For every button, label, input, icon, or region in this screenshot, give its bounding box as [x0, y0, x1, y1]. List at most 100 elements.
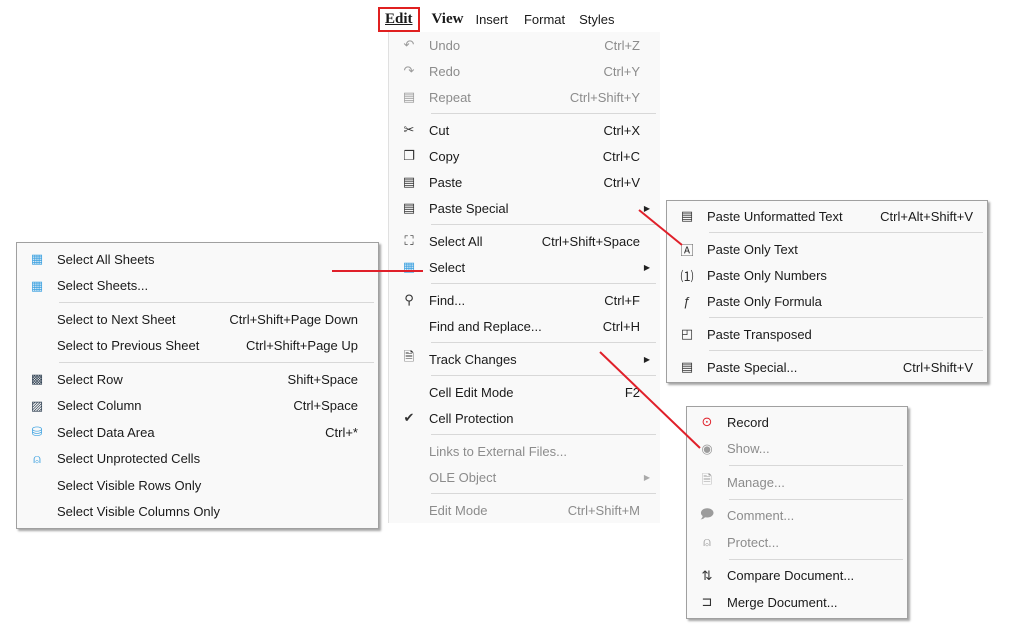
menu-item-label: Protect...	[727, 534, 780, 550]
menu-item-select-all[interactable]: ⛶ Select All Ctrl+Shift+Space	[389, 228, 660, 254]
menu-item-paste-only-formula[interactable]: ƒ Paste Only Formula	[667, 288, 987, 314]
menu-item-comment[interactable]: 🗩 Comment...	[687, 503, 907, 530]
menu-item-paste-only-text[interactable]: 🄰 Paste Only Text	[667, 236, 987, 262]
menu-item-paste-special-dialog[interactable]: ▤ Paste Special... Ctrl+Shift+V	[667, 354, 987, 380]
menu-item-shortcut: Ctrl+H	[602, 318, 640, 334]
menu-item-label: Select Visible Columns Only	[57, 504, 221, 520]
menu-item-paste-transposed[interactable]: ◰ Paste Transposed	[667, 321, 987, 347]
menu-item-label: Comment...	[727, 508, 795, 524]
menu-item-record[interactable]: ⊙ Record	[687, 409, 907, 436]
merge-document-icon: ⊐	[701, 594, 713, 610]
paste-special-icon: ▤	[402, 200, 416, 215]
menu-item-shortcut: Ctrl+Y	[603, 63, 640, 79]
menu-item-shortcut: F2	[624, 384, 640, 400]
menu-item-find-replace[interactable]: Find and Replace... Ctrl+H	[389, 313, 660, 339]
menu-item-select-visible-columns[interactable]: Select Visible Columns Only	[17, 499, 378, 526]
menu-item-cut[interactable]: ✂ Cut Ctrl+X	[389, 117, 660, 143]
menu-item-select-previous-sheet[interactable]: Select to Previous Sheet Ctrl+Shift+Page…	[17, 333, 378, 360]
menu-item-select-row[interactable]: ▩ Select Row Shift+Space	[17, 366, 378, 393]
separator	[431, 342, 656, 343]
menu-insert[interactable]: Insert	[469, 12, 514, 27]
select-submenu: ▦ Select All Sheets ▦ Select Sheets... S…	[16, 242, 379, 529]
menu-item-select-next-sheet[interactable]: Select to Next Sheet Ctrl+Shift+Page Dow…	[17, 306, 378, 333]
menu-item-edit-mode[interactable]: Edit Mode Ctrl+Shift+M	[389, 497, 660, 523]
menu-item-manage[interactable]: 🗎 Manage...	[687, 469, 907, 496]
paste-only-numbers-icon: ⑴	[680, 268, 694, 284]
select-all-icon: ⛶	[404, 233, 414, 248]
select-data-area-icon: ⛁	[31, 424, 43, 440]
separator	[59, 302, 374, 303]
separator	[431, 493, 656, 494]
menu-item-track-changes[interactable]: 🗎 Track Changes ▶	[389, 346, 660, 372]
menu-item-links-external[interactable]: Links to External Files...	[389, 438, 660, 464]
separator	[709, 350, 983, 351]
paste-special-icon: ▤	[680, 359, 694, 374]
menu-item-select-unprotected[interactable]: ⍝ Select Unprotected Cells	[17, 446, 378, 473]
menu-item-label: Find and Replace...	[429, 318, 542, 334]
menu-styles[interactable]: Styles	[573, 12, 620, 27]
menu-item-label: Paste Only Text	[707, 241, 798, 257]
menu-item-cell-edit-mode[interactable]: Cell Edit Mode F2	[389, 379, 660, 405]
menu-item-shortcut: Ctrl+C	[602, 148, 640, 164]
menu-item-label: Repeat	[429, 89, 471, 105]
separator	[431, 375, 656, 376]
menu-item-label: Paste Only Numbers	[707, 267, 827, 283]
separator	[729, 498, 903, 500]
menu-item-merge-document[interactable]: ⊐ Merge Document...	[687, 589, 907, 616]
menu-item-label: Paste Special	[429, 200, 509, 216]
menu-item-shortcut: Ctrl+Shift+Y	[569, 89, 640, 105]
separator	[431, 434, 656, 435]
menu-item-select-all-sheets[interactable]: ▦ Select All Sheets	[17, 246, 378, 273]
menu-item-select[interactable]: ▦ Select ▶	[389, 254, 660, 280]
menu-item-cell-protection[interactable]: ✔ Cell Protection	[389, 405, 660, 431]
menu-item-label: Paste Unformatted Text	[707, 208, 843, 224]
menu-item-show[interactable]: ◉ Show...	[687, 436, 907, 463]
menu-item-shortcut: Ctrl+Alt+Shift+V	[880, 208, 973, 224]
paste-unformatted-icon: ▤	[680, 208, 694, 223]
menu-format[interactable]: Format	[518, 12, 571, 27]
menu-item-label: Paste Special...	[707, 359, 798, 375]
menu-item-select-column[interactable]: ▨ Select Column Ctrl+Space	[17, 393, 378, 420]
menu-item-compare-document[interactable]: ⇅ Compare Document...	[687, 563, 907, 590]
menu-item-label: OLE Object	[429, 469, 497, 485]
repeat-icon: ▤	[402, 89, 416, 104]
menu-item-label: Compare Document...	[727, 568, 855, 584]
menu-item-select-sheets[interactable]: ▦ Select Sheets...	[17, 273, 378, 300]
menu-item-label: Find...	[429, 292, 466, 308]
menu-item-shortcut: Ctrl+V	[603, 174, 640, 190]
menu-item-undo[interactable]: ↶ Undo Ctrl+Z	[389, 32, 660, 58]
menu-item-shortcut: Ctrl+Shift+Space	[541, 233, 640, 249]
show-icon: ◉	[701, 440, 713, 456]
cut-icon: ✂	[403, 122, 415, 137]
menu-item-label: Copy	[429, 148, 460, 164]
menu-item-label: Cut	[429, 122, 450, 138]
menu-item-protect[interactable]: ⍝ Protect...	[687, 529, 907, 556]
menu-edit[interactable]: Edit	[378, 6, 420, 32]
submenu-arrow-icon: ▶	[643, 472, 650, 482]
menu-item-redo[interactable]: ↷ Redo Ctrl+Y	[389, 58, 660, 84]
menu-item-label: Select Visible Rows Only	[57, 477, 202, 493]
menu-item-paste-unformatted[interactable]: ▤ Paste Unformatted Text Ctrl+Alt+Shift+…	[667, 203, 987, 229]
menu-item-paste-special[interactable]: ▤ Paste Special ▶	[389, 195, 660, 221]
separator	[431, 224, 656, 225]
menu-item-select-visible-rows[interactable]: Select Visible Rows Only	[17, 472, 378, 499]
menu-item-copy[interactable]: ❐ Copy Ctrl+C	[389, 143, 660, 169]
menu-item-paste-only-numbers[interactable]: ⑴ Paste Only Numbers	[667, 262, 987, 288]
menu-bar: Edit View Insert Format Styles	[378, 4, 678, 34]
menu-item-label: Select to Next Sheet	[57, 311, 176, 327]
menu-item-ole-object[interactable]: OLE Object ▶	[389, 464, 660, 490]
menu-item-repeat[interactable]: ▤ Repeat Ctrl+Shift+Y	[389, 84, 660, 110]
edit-menu: ↶ Undo Ctrl+Z ↷ Redo Ctrl+Y ▤ Repeat Ctr…	[388, 32, 660, 523]
menu-view[interactable]: View	[426, 11, 470, 28]
menu-item-find[interactable]: ⚲ Find... Ctrl+F	[389, 287, 660, 313]
find-icon: ⚲	[404, 292, 414, 307]
menu-item-label: Cell Protection	[429, 410, 514, 426]
menu-item-paste[interactable]: ▤ Paste Ctrl+V	[389, 169, 660, 195]
menu-item-select-data-area[interactable]: ⛁ Select Data Area Ctrl+*	[17, 419, 378, 446]
paste-only-formula-icon: ƒ	[683, 293, 691, 309]
paste-transposed-icon: ◰	[680, 326, 694, 341]
track-changes-icon: 🗎	[403, 349, 415, 364]
menu-item-label: Edit Mode	[429, 502, 488, 518]
menu-item-label: Manage...	[727, 474, 785, 490]
submenu-arrow-icon: ▶	[643, 203, 650, 213]
